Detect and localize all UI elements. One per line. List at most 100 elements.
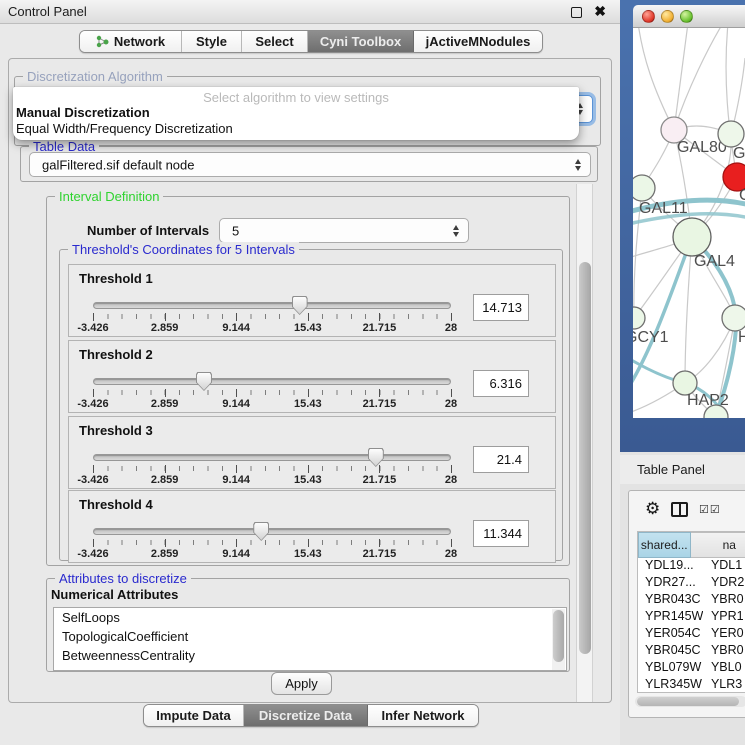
table-row[interactable]: YDL19...YDL1: [638, 558, 745, 575]
apply-button[interactable]: Apply: [271, 672, 332, 695]
slider-major-tick: [308, 539, 309, 547]
slider-tick-label: -3.426: [65, 398, 121, 410]
split-columns-icon[interactable]: [671, 502, 688, 517]
table-row[interactable]: YBR043CYBR0: [638, 592, 745, 609]
network-node-gcy1[interactable]: [633, 307, 645, 329]
num-intervals-value: 5: [232, 223, 239, 238]
tab-label: Cyni Toolbox: [320, 31, 401, 52]
threshold-slider-thumb[interactable]: [368, 448, 384, 467]
tab-jactivemnodules[interactable]: jActiveMNodules: [414, 31, 542, 52]
table-rows: YDL19...YDL1YDR27...YDR2YBR043CYBR0YPR14…: [638, 558, 745, 693]
cell-name: YBL0: [703, 660, 745, 677]
close-icon[interactable]: ✖: [594, 3, 606, 20]
cell-name: YBR0: [703, 592, 745, 609]
attribute-item-betweennesscentrality[interactable]: BetweennessCentrality: [54, 646, 566, 665]
numerical-attributes-list[interactable]: SelfLoopsTopologicalCoefficientBetweenne…: [53, 607, 567, 671]
checkboxes-icon[interactable]: ☑☑: [699, 503, 721, 516]
threshold-label: Threshold 4: [79, 497, 153, 512]
table-row[interactable]: YLR345WYLR3: [638, 677, 745, 693]
network-node-label: GAL11: [639, 200, 688, 217]
attribute-item-topologicalcoefficient[interactable]: TopologicalCoefficient: [54, 627, 566, 646]
slider-tick-label: 15.43: [280, 398, 336, 410]
threshold-value-field[interactable]: 6.316: [473, 370, 529, 397]
column-header-shared[interactable]: shared...: [638, 532, 691, 558]
slider-tick-label: 21.715: [351, 474, 407, 486]
table-hscrollbar-thumb[interactable]: [637, 697, 739, 706]
popup-option-equal-width-frequency-discretization[interactable]: Equal Width/Frequency Discretization: [13, 121, 579, 137]
gear-icon[interactable]: ⚙: [645, 499, 660, 519]
tab-infer-network[interactable]: Infer Network: [368, 705, 478, 726]
threshold-slider-track[interactable]: [93, 378, 451, 385]
table-row[interactable]: YPR145WYPR1: [638, 609, 745, 626]
network-node-label: GA: [733, 145, 745, 162]
slider-minor-ticks: [93, 314, 452, 319]
column-header-name[interactable]: na: [691, 532, 745, 558]
num-intervals-spinner[interactable]: 5: [219, 218, 469, 243]
table-hscrollbar[interactable]: [635, 696, 745, 707]
zoom-traffic-light[interactable]: [680, 10, 693, 23]
table-panel: ⚙ ☑☑ shared... na YDL19...YDL1YDR27...YD…: [628, 490, 745, 718]
control-panel: Control Panel ✖ NetworkStyleSelectCyni T…: [0, 0, 620, 745]
threshold-label: Threshold 3: [79, 423, 153, 438]
minimize-traffic-light[interactable]: [661, 10, 674, 23]
slider-tick-label: 2.859: [137, 322, 193, 334]
table-data-combo[interactable]: galFiltered.sif default node: [29, 152, 591, 177]
slider-tick-label: 9.144: [208, 474, 264, 486]
cell-shared-name: YBL079W: [638, 660, 703, 677]
network-node-gal4[interactable]: [673, 218, 711, 256]
table-row[interactable]: YBL079WYBL0: [638, 660, 745, 677]
slider-major-tick: [236, 389, 237, 397]
threshold-value-field[interactable]: 21.4: [473, 446, 529, 473]
tab-network[interactable]: Network: [80, 31, 182, 52]
table-toolbar: ⚙ ☑☑: [629, 491, 745, 529]
network-node-ga[interactable]: [718, 121, 744, 147]
threshold-slider-thumb[interactable]: [292, 296, 308, 315]
threshold-slider-track[interactable]: [93, 454, 451, 461]
tab-discretize-data[interactable]: Discretize Data: [244, 705, 368, 726]
slider-tick-label: 28: [423, 548, 479, 560]
table-row[interactable]: YER054CYER0: [638, 626, 745, 643]
tab-label: Infer Network: [381, 705, 464, 726]
threshold-value-field[interactable]: 11.344: [473, 520, 529, 547]
threshold-slider-track[interactable]: [93, 302, 451, 309]
close-traffic-light[interactable]: [642, 10, 655, 23]
network-node-h[interactable]: [722, 305, 745, 331]
cell-name: YPR1: [703, 609, 745, 626]
threshold-slider-thumb[interactable]: [253, 522, 269, 541]
threshold-slider-thumb[interactable]: [196, 372, 212, 391]
tab-cyni-toolbox[interactable]: Cyni Toolbox: [308, 31, 414, 52]
network-node-gal11[interactable]: [633, 175, 655, 201]
slider-tick-label: 21.715: [351, 548, 407, 560]
tab-style[interactable]: Style: [182, 31, 242, 52]
slider-tick-label: 2.859: [137, 398, 193, 410]
threshold-slider-track[interactable]: [93, 528, 451, 535]
network-canvas[interactable]: GAL80GACGAL11GAL4GCY1HHAP2: [633, 28, 745, 418]
attributes-title: Attributes to discretize: [55, 571, 191, 586]
panel-scrollbar-thumb[interactable]: [579, 262, 591, 654]
slider-major-tick: [451, 465, 452, 473]
slider-tick-label: -3.426: [65, 474, 121, 486]
slider-major-tick: [379, 389, 380, 397]
cell-name: YBR0: [703, 643, 745, 660]
slider-tick-label: 15.43: [280, 474, 336, 486]
attribute-item-selfloops[interactable]: SelfLoops: [54, 608, 566, 627]
node-table[interactable]: shared... na YDL19...YDL1YDR27...YDR2YBR…: [637, 531, 745, 693]
float-window-icon[interactable]: [571, 7, 582, 18]
panel-scrollbar[interactable]: [576, 184, 593, 702]
threshold-value-field[interactable]: 14.713: [473, 294, 529, 321]
popup-option-manual-discretization[interactable]: Manual Discretization: [13, 105, 579, 121]
network-node-label: GCY1: [633, 329, 669, 346]
tab-impute-data[interactable]: Impute Data: [144, 705, 244, 726]
slider-major-tick: [308, 389, 309, 397]
bottom-tab-bar: Impute DataDiscretize Data Infer Network: [143, 704, 479, 727]
slider-major-tick: [93, 539, 94, 547]
network-window-titlebar[interactable]: [633, 5, 745, 28]
cell-name: YDL1: [703, 558, 745, 575]
slider-major-tick: [93, 389, 94, 397]
list-scrollbar[interactable]: [552, 609, 565, 671]
table-row[interactable]: YBR045CYBR0: [638, 643, 745, 660]
slider-major-tick: [451, 539, 452, 547]
table-panel-header: Table Panel: [620, 455, 745, 484]
tab-select[interactable]: Select: [242, 31, 308, 52]
table-row[interactable]: YDR27...YDR2: [638, 575, 745, 592]
